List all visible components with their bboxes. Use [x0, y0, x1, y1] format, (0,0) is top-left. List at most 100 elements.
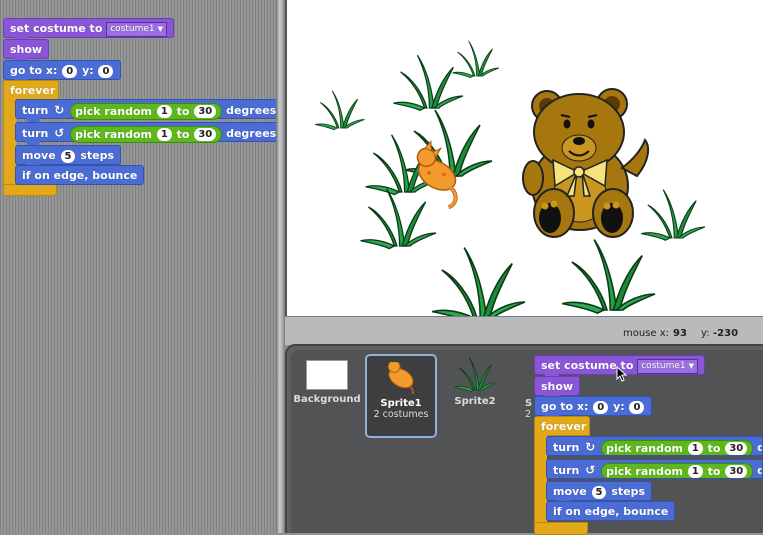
turn-right-block[interactable]: turn ↻ pick random 1 to 30 degrees	[15, 99, 284, 122]
random-from-input[interactable]: 1	[687, 442, 703, 455]
sprite1-thumbnail	[387, 362, 414, 394]
block-label: y:	[82, 64, 94, 77]
mouse-x-value: 93	[673, 328, 687, 339]
pick-random-block[interactable]: pick random 1 to 30	[601, 439, 754, 455]
mouse-y-label: y:	[701, 328, 710, 339]
random-from-input[interactable]: 1	[687, 465, 703, 478]
mouse-cursor-icon	[616, 366, 628, 382]
teddy-bear-sprite	[522, 88, 650, 238]
show-block[interactable]: show	[3, 39, 50, 62]
op-label: to	[176, 127, 190, 141]
grass-clump	[561, 238, 656, 315]
grass-clump	[314, 90, 365, 131]
go-to-xy-block[interactable]: go to x: 0 y: 0	[534, 396, 653, 419]
y-input[interactable]: 0	[629, 400, 645, 414]
steps-input[interactable]: 5	[591, 485, 607, 499]
block-label: move	[553, 485, 587, 498]
sprite2-thumbnail	[455, 356, 495, 392]
op-label: pick random	[75, 127, 152, 141]
grass-clump	[431, 246, 526, 316]
block-label: deg	[757, 441, 762, 454]
y-input[interactable]: 0	[98, 64, 114, 78]
block-label: set costume to	[10, 22, 103, 35]
grass-clump	[359, 188, 437, 250]
random-to-input[interactable]: 30	[725, 442, 748, 455]
turn-left-block[interactable]: turn ↺ pick random 1 to 30 deg	[546, 459, 763, 479]
block-label: forever	[10, 84, 56, 97]
tile-costume-count: 2 costumes	[373, 409, 429, 420]
sprite2-tile[interactable]: Sprite2	[441, 356, 509, 407]
block-label: turn	[553, 464, 580, 477]
go-to-xy-block[interactable]: go to x: 0 y: 0	[3, 60, 122, 83]
sprite1-tile[interactable]: Sprite1 2 costumes	[365, 354, 437, 438]
block-label: degrees	[226, 127, 277, 140]
background-tile[interactable]: Background	[293, 360, 361, 405]
block-label: if on edge, bounce	[553, 505, 669, 518]
rotate-left-icon: ↺	[54, 126, 65, 140]
set-costume-block[interactable]: set costume to costume1 ▼	[3, 18, 175, 41]
x-input[interactable]: 0	[593, 400, 609, 414]
pane-divider[interactable]	[276, 0, 285, 533]
op-label: pick random	[606, 464, 683, 478]
block-label: turn	[22, 104, 49, 117]
block-label: degrees	[226, 104, 277, 117]
op-label: to	[707, 441, 721, 455]
costume-value: costume1	[110, 23, 155, 34]
tile-name: Sprite1	[380, 398, 422, 409]
stage-footer: mouse x: 93 y: -230	[285, 316, 763, 345]
block-label: move	[22, 149, 56, 162]
costume-value: costume1	[641, 360, 686, 371]
op-label: pick random	[75, 104, 152, 118]
op-label: pick random	[606, 441, 683, 455]
random-to-input[interactable]: 30	[194, 105, 217, 118]
grass-clump	[392, 54, 464, 112]
bounce-block[interactable]: if on edge, bounce	[15, 165, 145, 185]
block-label: go to x:	[10, 64, 58, 77]
block-label: show	[541, 380, 574, 393]
x-input[interactable]: 0	[62, 64, 78, 78]
rotate-right-icon: ↻	[54, 103, 65, 117]
turn-right-block[interactable]: turn ↻ pick random 1 to 30 deg	[546, 436, 763, 456]
block-label: go to x:	[541, 400, 589, 413]
move-steps-block[interactable]: move 5 steps	[546, 481, 652, 504]
forever-block[interactable]: forever	[3, 80, 59, 100]
block-label: turn	[553, 441, 580, 454]
rotate-left-icon: ↺	[585, 463, 596, 477]
costume-dropdown[interactable]: costume1 ▼	[637, 358, 699, 374]
block-label: if on edge, bounce	[22, 169, 138, 182]
random-from-input[interactable]: 1	[156, 128, 172, 141]
costume-dropdown[interactable]: costume1 ▼	[106, 21, 168, 37]
script-area[interactable]: set costume to costume1 ▼ show go to x: 0…	[0, 0, 284, 533]
move-steps-block[interactable]: move 5 steps	[15, 145, 121, 168]
block-label: y:	[613, 400, 625, 413]
pick-random-block[interactable]: pick random 1 to 30	[601, 462, 754, 478]
op-label: to	[707, 464, 721, 478]
op-label: to	[176, 104, 190, 118]
rotate-right-icon: ↻	[585, 440, 596, 454]
bounce-block[interactable]: if on edge, bounce	[546, 501, 676, 521]
block-label: deg	[757, 464, 762, 477]
random-from-input[interactable]: 1	[156, 105, 172, 118]
pick-random-block[interactable]: pick random 1 to 30	[70, 125, 223, 143]
block-label: show	[10, 43, 43, 56]
mouse-y-value: -230	[713, 328, 739, 339]
dropdown-arrow-icon: ▼	[157, 24, 164, 33]
block-label: turn	[22, 127, 49, 140]
forever-block[interactable]: forever	[534, 416, 590, 436]
background-thumbnail	[306, 360, 348, 390]
grass-clump	[452, 40, 500, 78]
stage-canvas	[314, 40, 706, 316]
stage[interactable]	[285, 0, 763, 316]
grass-clump	[640, 189, 706, 241]
random-to-input[interactable]: 30	[725, 465, 748, 478]
random-to-input[interactable]: 30	[194, 128, 217, 141]
tile-name: Background	[293, 394, 361, 405]
show-block[interactable]: show	[534, 376, 581, 399]
dropdown-arrow-icon: ▼	[688, 361, 695, 370]
tile-name: Sprite2	[454, 396, 496, 407]
steps-input[interactable]: 5	[60, 149, 76, 163]
block-label: steps	[80, 149, 114, 162]
turn-left-block[interactable]: turn ↺ pick random 1 to 30 degrees	[15, 122, 284, 145]
pick-random-block[interactable]: pick random 1 to 30	[70, 102, 223, 120]
forever-foot	[534, 522, 588, 535]
